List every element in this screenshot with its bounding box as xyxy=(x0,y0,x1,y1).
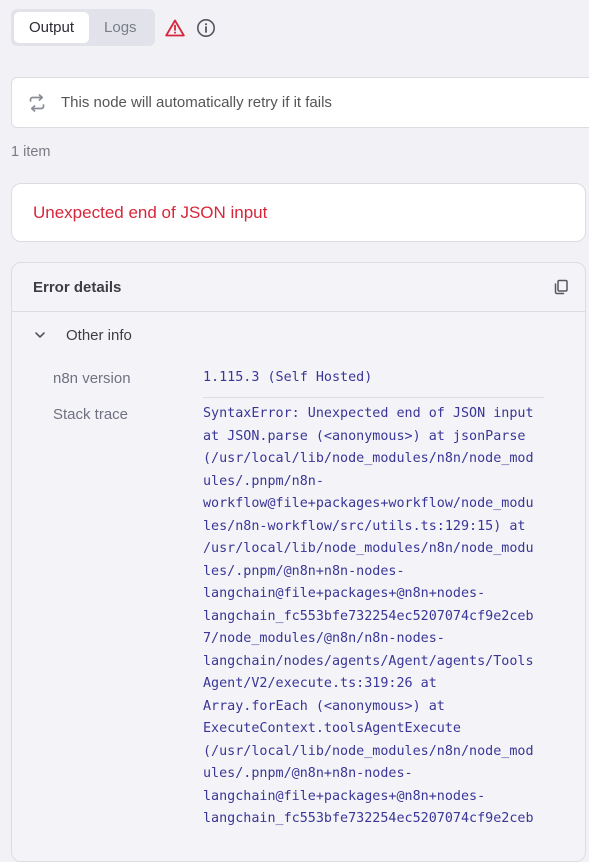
other-info-label: Other info xyxy=(66,326,132,344)
tab-logs[interactable]: Logs xyxy=(89,12,152,43)
stack-trace-row: Stack trace SyntaxError: Unexpected end … xyxy=(12,398,585,831)
stack-trace-line: Array.forEach (<anonymous>) at xyxy=(203,698,445,714)
retry-icon xyxy=(29,93,45,112)
retry-notice: This node will automatically retry if it… xyxy=(11,77,589,128)
error-details-panel: Error details Other info n8n version 1.1… xyxy=(11,262,586,862)
version-row: n8n version 1.115.3 (Self Hosted) xyxy=(12,358,585,398)
version-value: 1.115.3 (Self Hosted) xyxy=(203,358,544,398)
stack-trace-line: langchain_fc553bfe732254ec5207074cf9e2ce… xyxy=(203,608,534,624)
topbar: Output Logs xyxy=(11,9,217,46)
error-details-header: Error details xyxy=(12,263,585,312)
stack-trace-line: workflow@file+packages+workflow/node_mod… xyxy=(203,496,534,511)
stack-trace-line: /usr/local/lib/node_modules/n8n/node_mod… xyxy=(203,541,534,556)
info-circle-icon[interactable] xyxy=(195,17,217,39)
version-label: n8n version xyxy=(53,369,131,387)
stack-trace-line: les/n8n-workflow/src/utils.ts:129:15) at xyxy=(203,518,526,534)
error-card: Unexpected end of JSON input xyxy=(11,183,586,242)
retry-notice-text: This node will automatically retry if it… xyxy=(61,94,332,111)
stack-trace-line: langchain@file+packages+@n8n+nodes- xyxy=(203,788,486,804)
stack-trace-line: les/.pnpm/@n8n+n8n-nodes- xyxy=(203,563,405,579)
stack-trace-line: langchain/nodes/agents/Agent/agents/Tool… xyxy=(203,653,534,669)
error-message: Unexpected end of JSON input xyxy=(33,202,268,222)
stack-trace-line: Agent/V2/execute.ts:319:26 at xyxy=(203,676,437,691)
stack-trace-line: ules/.pnpm/@n8n+n8n-nodes- xyxy=(203,766,413,781)
output-tabs: Output Logs xyxy=(11,9,155,46)
copy-icon[interactable] xyxy=(553,279,569,295)
stack-trace-line: (/usr/local/lib/node_modules/n8n/node_mo… xyxy=(203,451,534,466)
stack-trace-line: langchain_fc553bfe732254ec5207074cf9e2ce… xyxy=(203,811,534,826)
stack-trace-line: ules/.pnpm/n8n- xyxy=(203,473,324,489)
stack-trace-line: ExecuteContext.toolsAgentExecute xyxy=(203,721,461,736)
stack-trace-line: (/usr/local/lib/node_modules/n8n/node_mo… xyxy=(203,743,534,759)
stack-trace-line: SyntaxError: Unexpected end of JSON inpu… xyxy=(203,406,534,421)
item-count: 1 item xyxy=(11,144,51,160)
stack-trace-line: at JSON.parse (<anonymous>) at jsonParse xyxy=(203,428,526,444)
stack-trace-line: langchain@file+packages+@n8n+nodes- xyxy=(203,586,486,601)
warning-triangle-icon[interactable] xyxy=(164,17,186,39)
tab-output[interactable]: Output xyxy=(14,12,90,43)
stack-trace-line: 7/node_modules/@n8n/n8n-nodes- xyxy=(203,631,445,646)
error-details-title: Error details xyxy=(33,278,122,296)
other-info-toggle[interactable]: Other info xyxy=(12,312,585,358)
stack-trace-value: SyntaxError: Unexpected end of JSON inpu… xyxy=(203,403,544,831)
chevron-down-icon xyxy=(35,332,45,338)
stack-trace-label: Stack trace xyxy=(53,406,129,423)
